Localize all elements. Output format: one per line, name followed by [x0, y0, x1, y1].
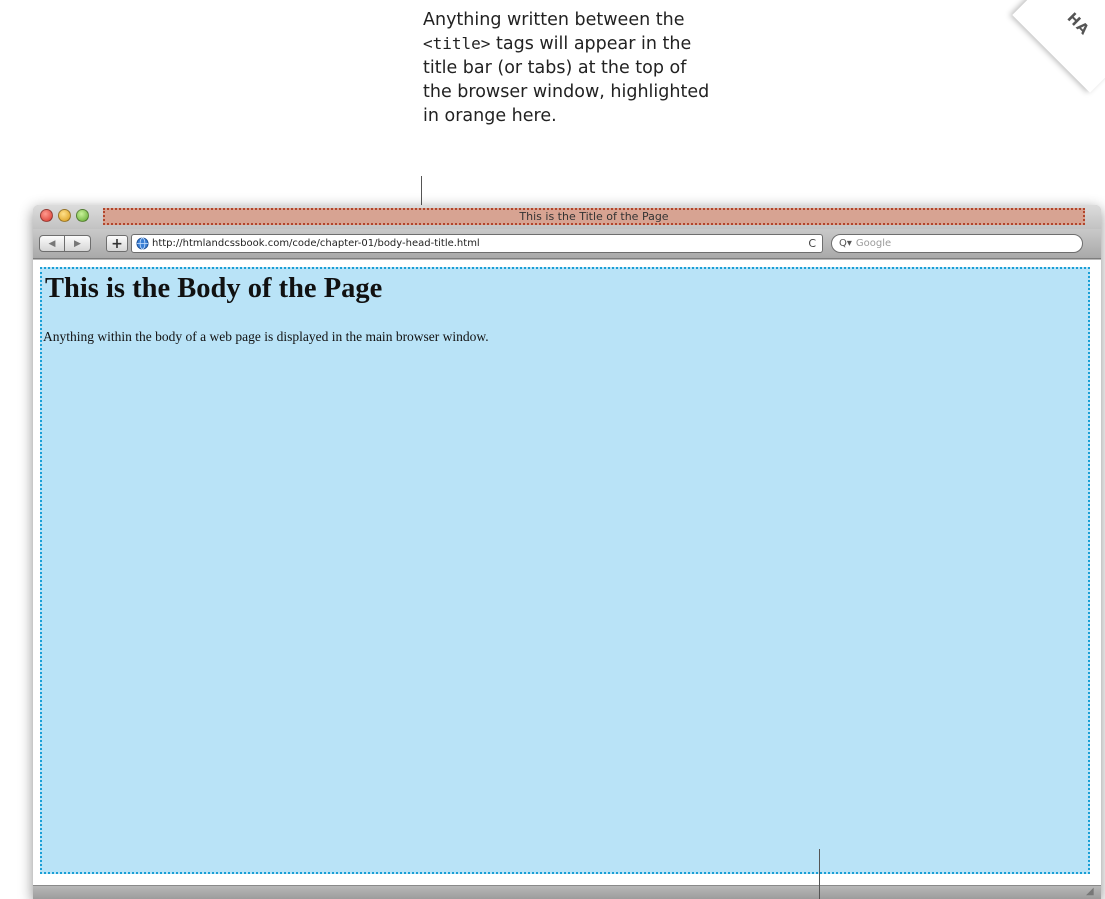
annotation-line-2: <title> tags will appear in the [423, 32, 763, 56]
close-window-icon[interactable] [40, 209, 53, 222]
annotation-title-tag: <title> [423, 34, 491, 53]
browser-toolbar: ◀ ▶ + http://htmlandcssbook.com/code/cha… [33, 229, 1101, 259]
address-url[interactable]: http://htmlandcssbook.com/code/chapter-0… [152, 238, 480, 249]
resize-grip-icon[interactable]: ◢ [1086, 886, 1098, 898]
history-nav: ◀ ▶ [39, 235, 91, 252]
search-field[interactable]: Q▾ [831, 234, 1083, 253]
annotation-line-1: Anything written between the [423, 10, 685, 30]
page: HA Anything written between the <title> … [0, 0, 1105, 899]
annotation-line-4: the browser window, highlighted [423, 82, 710, 102]
search-input[interactable] [851, 238, 1052, 249]
title-annotation: Anything written between the <title> tag… [423, 8, 763, 128]
search-icon[interactable]: Q▾ [839, 238, 852, 249]
annotation-line-2-rest: tags will appear in the [490, 34, 692, 54]
browser-window: This is the Title of the Page ◀ ▶ + http… [33, 205, 1101, 899]
minimize-window-icon[interactable] [58, 209, 71, 222]
reload-icon[interactable]: C [808, 237, 816, 250]
corner-tab [1012, 0, 1105, 93]
page-paragraph: Anything within the body of a web page i… [43, 329, 489, 344]
back-button[interactable]: ◀ [39, 235, 65, 252]
status-bar: ◢ [33, 885, 1101, 899]
forward-button[interactable]: ▶ [65, 235, 91, 252]
annotation-leader-line-bottom [819, 849, 820, 899]
zoom-window-icon[interactable] [76, 209, 89, 222]
annotation-line-3: title bar (or tabs) at the top of [423, 58, 687, 78]
page-heading: This is the Body of the Page [45, 273, 383, 304]
body-highlight: This is the Body of the Page Anything wi… [40, 267, 1090, 874]
address-bar[interactable]: http://htmlandcssbook.com/code/chapter-0… [131, 234, 823, 253]
add-bookmark-button[interactable]: + [106, 235, 128, 252]
page-viewport: This is the Body of the Page Anything wi… [33, 260, 1101, 885]
annotation-line-5: in orange here. [423, 106, 557, 126]
globe-icon [136, 237, 149, 250]
title-bar: This is the Title of the Page [33, 205, 1101, 229]
window-title: This is the Title of the Page [103, 208, 1085, 225]
